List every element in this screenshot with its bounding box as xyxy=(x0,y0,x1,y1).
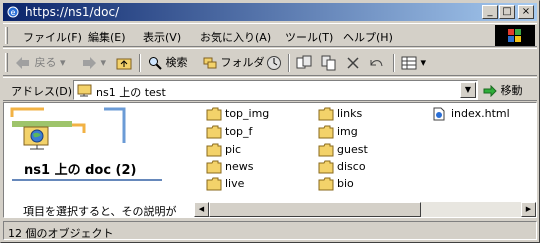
menu-edit[interactable]: 編集(E) xyxy=(88,29,126,45)
folder-icon xyxy=(318,177,334,191)
menu-view[interactable]: 表示(V) xyxy=(143,29,181,45)
menu-file[interactable]: ファイル(F) xyxy=(23,29,82,45)
views-button[interactable]: ▾ xyxy=(401,53,426,73)
window-title: https://ns1/doc/ xyxy=(25,5,120,19)
menu-grip[interactable] xyxy=(5,27,8,44)
forward-arrow-icon xyxy=(83,57,96,69)
file-name: pic xyxy=(225,143,242,156)
maximize-button[interactable]: □ xyxy=(499,5,515,19)
delete-button[interactable] xyxy=(346,53,360,73)
address-label: アドレス(D) xyxy=(11,85,73,98)
panel-divider xyxy=(12,179,162,181)
scroll-thumb[interactable] xyxy=(209,202,421,217)
address-bar: アドレス(D) ns1 上の test ▼ 移動 xyxy=(3,77,537,101)
network-folder-icon xyxy=(77,84,92,97)
up-folder-button[interactable] xyxy=(116,53,132,73)
html-file-icon xyxy=(433,107,445,121)
standard-toolbar: 戻る ▾ ▾ 検索 フォルダ ▾ xyxy=(3,48,537,76)
folder-icon xyxy=(206,160,222,174)
file-name: news xyxy=(225,160,254,173)
web-view-panel: ns1 上の doc (2) 項目を選択すると、その説明が xyxy=(4,103,189,217)
address-dropdown-button[interactable]: ▼ xyxy=(460,82,476,98)
search-button[interactable]: 検索 xyxy=(148,53,188,73)
scroll-right-button[interactable]: ▶ xyxy=(521,202,536,217)
toolbar-separator xyxy=(139,54,141,72)
panel-description: 項目を選択すると、その説明が xyxy=(23,205,177,217)
search-label: 検索 xyxy=(165,56,188,69)
explorer-window: e https://ns1/doc/ _ □ × ファイル(F) 編集(E) 表… xyxy=(0,0,540,243)
menu-tools[interactable]: ツール(T) xyxy=(285,29,333,45)
views-icon xyxy=(401,56,417,70)
file-name: bio xyxy=(337,177,354,190)
go-button[interactable]: 移動 xyxy=(483,82,523,98)
back-button[interactable]: 戻る ▾ xyxy=(15,53,66,73)
file-name: links xyxy=(337,107,363,120)
folder-icon xyxy=(206,125,222,139)
delete-icon xyxy=(347,57,359,69)
folder-icon xyxy=(318,125,334,139)
toolbar-grip[interactable] xyxy=(5,53,8,72)
file-name: img xyxy=(337,125,358,138)
undo-icon xyxy=(370,60,383,67)
file-list: top_img top_f pic news live links img gu… xyxy=(194,103,524,203)
content-area: ns1 上の doc (2) 項目を選択すると、その説明が top_img to… xyxy=(3,102,537,218)
move-to-icon xyxy=(296,55,312,69)
folders-label: フォルダ xyxy=(220,56,265,69)
file-name: live xyxy=(225,177,245,190)
folders-button[interactable]: フォルダ xyxy=(203,53,265,73)
svg-text:e: e xyxy=(11,8,16,17)
copy-to-button[interactable] xyxy=(321,53,337,73)
windows-logo xyxy=(495,25,535,46)
folder-icon xyxy=(318,160,334,174)
back-label: 戻る xyxy=(34,56,57,69)
title-bar[interactable]: e https://ns1/doc/ _ □ × xyxy=(3,3,537,21)
ie-icon: e xyxy=(7,6,19,18)
toolbar-separator xyxy=(393,54,395,72)
menu-help[interactable]: ヘルプ(H) xyxy=(343,29,393,45)
history-icon xyxy=(267,56,281,70)
menu-favorites[interactable]: お気に入り(A) xyxy=(200,29,271,45)
panel-title: ns1 上の doc (2) xyxy=(24,163,137,178)
network-folder-large-icon xyxy=(23,126,49,150)
go-label: 移動 xyxy=(500,84,523,97)
file-name: index.html xyxy=(451,107,510,120)
move-to-button[interactable] xyxy=(296,53,312,73)
folder-icon xyxy=(206,107,222,121)
horizontal-scrollbar[interactable]: ◀ ▶ xyxy=(194,202,536,217)
file-name: disco xyxy=(337,160,366,173)
file-name: top_f xyxy=(225,125,253,138)
go-arrow-icon xyxy=(483,84,497,98)
history-button[interactable] xyxy=(266,53,282,73)
minimize-button[interactable]: _ xyxy=(482,5,498,19)
copy-to-icon xyxy=(321,55,336,71)
address-value: ns1 上の test xyxy=(96,86,166,99)
close-button[interactable]: × xyxy=(518,5,534,19)
folder-icon xyxy=(206,177,222,191)
file-name: top_img xyxy=(225,107,270,120)
folders-icon xyxy=(203,57,217,69)
forward-button[interactable]: ▾ xyxy=(81,53,106,73)
address-input[interactable]: ns1 上の test ▼ xyxy=(73,80,478,100)
undo-button[interactable] xyxy=(368,53,384,73)
back-arrow-icon xyxy=(16,57,29,69)
folder-icon xyxy=(206,143,222,157)
status-text: 12 個のオブジェクト xyxy=(3,221,537,240)
file-name: guest xyxy=(337,143,368,156)
menu-bar: ファイル(F) 編集(E) 表示(V) お気に入り(A) ツール(T) ヘルプ(… xyxy=(3,23,537,47)
scroll-left-button[interactable]: ◀ xyxy=(194,202,209,217)
toolbar-separator xyxy=(288,54,290,72)
status-bar: 12 個のオブジェクト xyxy=(3,221,537,240)
search-icon xyxy=(149,57,162,70)
folder-icon xyxy=(318,143,334,157)
folder-icon xyxy=(318,107,334,121)
up-folder-icon xyxy=(116,58,132,70)
